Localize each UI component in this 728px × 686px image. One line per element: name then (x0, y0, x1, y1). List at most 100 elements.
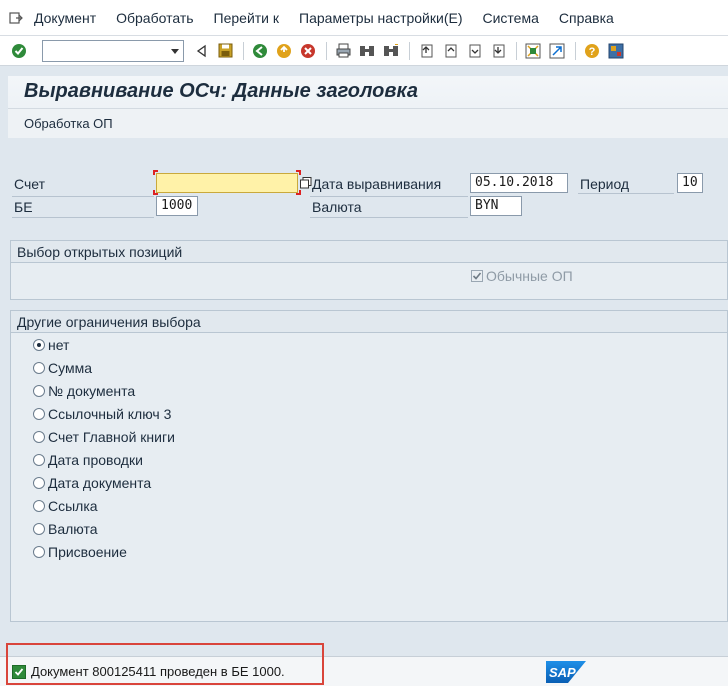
chevron-down-icon[interactable] (171, 48, 179, 54)
clearing-date-label: Дата выравнивания (312, 176, 442, 192)
exit-menu-icon[interactable] (8, 10, 24, 26)
radio-option-amount[interactable]: Сумма (33, 360, 92, 376)
radio-button[interactable] (33, 408, 45, 420)
account-label: Счет (14, 176, 45, 192)
next-page-icon[interactable] (463, 40, 485, 62)
title-area: Выравнивание ОСч: Данные заголовка Обраб… (8, 76, 728, 138)
sap-logo: SAP (546, 661, 586, 683)
label-underline (310, 196, 468, 197)
radio-button-selected[interactable] (33, 339, 45, 351)
period-label: Период (580, 176, 630, 192)
toolbar-separator (326, 41, 327, 60)
radio-label: Счет Главной книги (48, 429, 175, 445)
radio-label: Дата проводки (48, 452, 143, 468)
menu-bar: Документ Обработать Перейти к Параметры … (0, 0, 728, 36)
checkbox[interactable] (471, 270, 483, 282)
currency-input[interactable]: BYN (470, 196, 522, 216)
previous-page-icon[interactable] (439, 40, 461, 62)
company-code-input[interactable]: 1000 (156, 196, 198, 216)
open-items-group: Выбор открытых позиций Обычные ОП (10, 240, 728, 300)
radio-label: Сумма (48, 360, 92, 376)
toolbar-separator (575, 41, 576, 60)
multiple-selection-icon[interactable] (300, 177, 312, 192)
toolbar-separator (516, 41, 517, 60)
menu-help[interactable]: Справка (559, 10, 614, 26)
group-header: Выбор открытых позиций (11, 241, 727, 263)
standard-toolbar: ? (0, 36, 728, 66)
required-marker (153, 170, 158, 175)
cancel-icon[interactable] (297, 40, 319, 62)
menu-system[interactable]: Система (482, 10, 538, 26)
radio-label: Ссылка (48, 498, 98, 514)
group-title: Выбор открытых позиций (17, 244, 183, 260)
radio-option-assignment[interactable]: Присвоение (33, 544, 127, 560)
menu-edit[interactable]: Обработать (116, 10, 193, 26)
radio-option-document-number[interactable]: № документа (33, 383, 135, 399)
command-field[interactable] (42, 39, 184, 62)
radio-option-reference[interactable]: Ссылка (33, 498, 98, 514)
customize-layout-icon[interactable] (605, 40, 627, 62)
svg-text:?: ? (589, 46, 596, 58)
radio-label: № документа (48, 383, 136, 399)
save-icon[interactable] (214, 40, 236, 62)
radio-button[interactable] (33, 454, 45, 466)
process-open-items-button[interactable]: Обработка ОП (24, 116, 113, 131)
radio-label: Валюта (48, 521, 98, 537)
normal-open-items-checkbox[interactable]: Обычные ОП (471, 268, 573, 284)
account-input[interactable] (156, 173, 298, 193)
menu-goto[interactable]: Перейти к (214, 10, 280, 26)
radio-button[interactable] (33, 477, 45, 489)
toolbar-separator (409, 41, 410, 60)
new-session-icon[interactable] (522, 40, 544, 62)
find-icon[interactable] (356, 40, 378, 62)
radio-label: Дата документа (48, 475, 152, 491)
company-code-label: БЕ (14, 199, 33, 215)
radio-button[interactable] (33, 523, 45, 535)
sap-logo-text: SAP (549, 665, 576, 680)
label-underline (12, 217, 154, 218)
print-icon[interactable] (332, 40, 354, 62)
radio-option-reference-key-3[interactable]: Ссылочный ключ 3 (33, 406, 171, 422)
checkbox-label: Обычные ОП (486, 268, 573, 284)
radio-option-posting-date[interactable]: Дата проводки (33, 452, 143, 468)
label-underline (310, 217, 468, 218)
triangle-left-icon[interactable] (190, 40, 212, 62)
exit-icon[interactable] (273, 40, 295, 62)
group-title: Другие ограничения выбора (17, 314, 201, 330)
group-header: Другие ограничения выбора (11, 311, 727, 333)
radio-button[interactable] (33, 362, 45, 374)
page-title: Выравнивание ОСч: Данные заголовка (24, 80, 418, 102)
status-message[interactable]: Документ 800125411 проведен в БЕ 1000. (12, 664, 285, 679)
application-toolbar: Обработка ОП (8, 108, 728, 138)
required-marker (296, 170, 301, 175)
toolbar-separator (243, 41, 244, 60)
radio-option-none[interactable]: нет (33, 337, 69, 353)
first-page-icon[interactable] (415, 40, 437, 62)
shortcut-icon[interactable] (546, 40, 568, 62)
radio-button[interactable] (33, 500, 45, 512)
radio-option-document-date[interactable]: Дата документа (33, 475, 151, 491)
radio-option-currency[interactable]: Валюта (33, 521, 98, 537)
menu-document[interactable]: Документ (34, 10, 96, 26)
other-selection-group: Другие ограничения выбора нет Сумма № до… (10, 310, 728, 622)
find-next-icon[interactable] (380, 40, 402, 62)
required-marker (153, 190, 158, 195)
menu-settings[interactable]: Параметры настройки(Е) (299, 10, 462, 26)
status-text: Документ 800125411 проведен в БЕ 1000. (31, 664, 285, 679)
enter-icon[interactable] (8, 40, 30, 62)
radio-button[interactable] (33, 546, 45, 558)
label-underline (578, 193, 674, 194)
radio-option-gl-account[interactable]: Счет Главной книги (33, 429, 175, 445)
radio-button[interactable] (33, 431, 45, 443)
success-check-icon (12, 664, 26, 679)
radio-label: Присвоение (48, 544, 127, 560)
last-page-icon[interactable] (487, 40, 509, 62)
help-icon[interactable]: ? (581, 40, 603, 62)
back-icon[interactable] (249, 40, 271, 62)
period-input[interactable]: 10 (677, 173, 703, 193)
radio-label: нет (48, 337, 70, 353)
radio-label: Ссылочный ключ 3 (48, 406, 172, 422)
clearing-date-input[interactable]: 05.10.2018 (470, 173, 568, 193)
radio-button[interactable] (33, 385, 45, 397)
label-underline (12, 196, 154, 197)
